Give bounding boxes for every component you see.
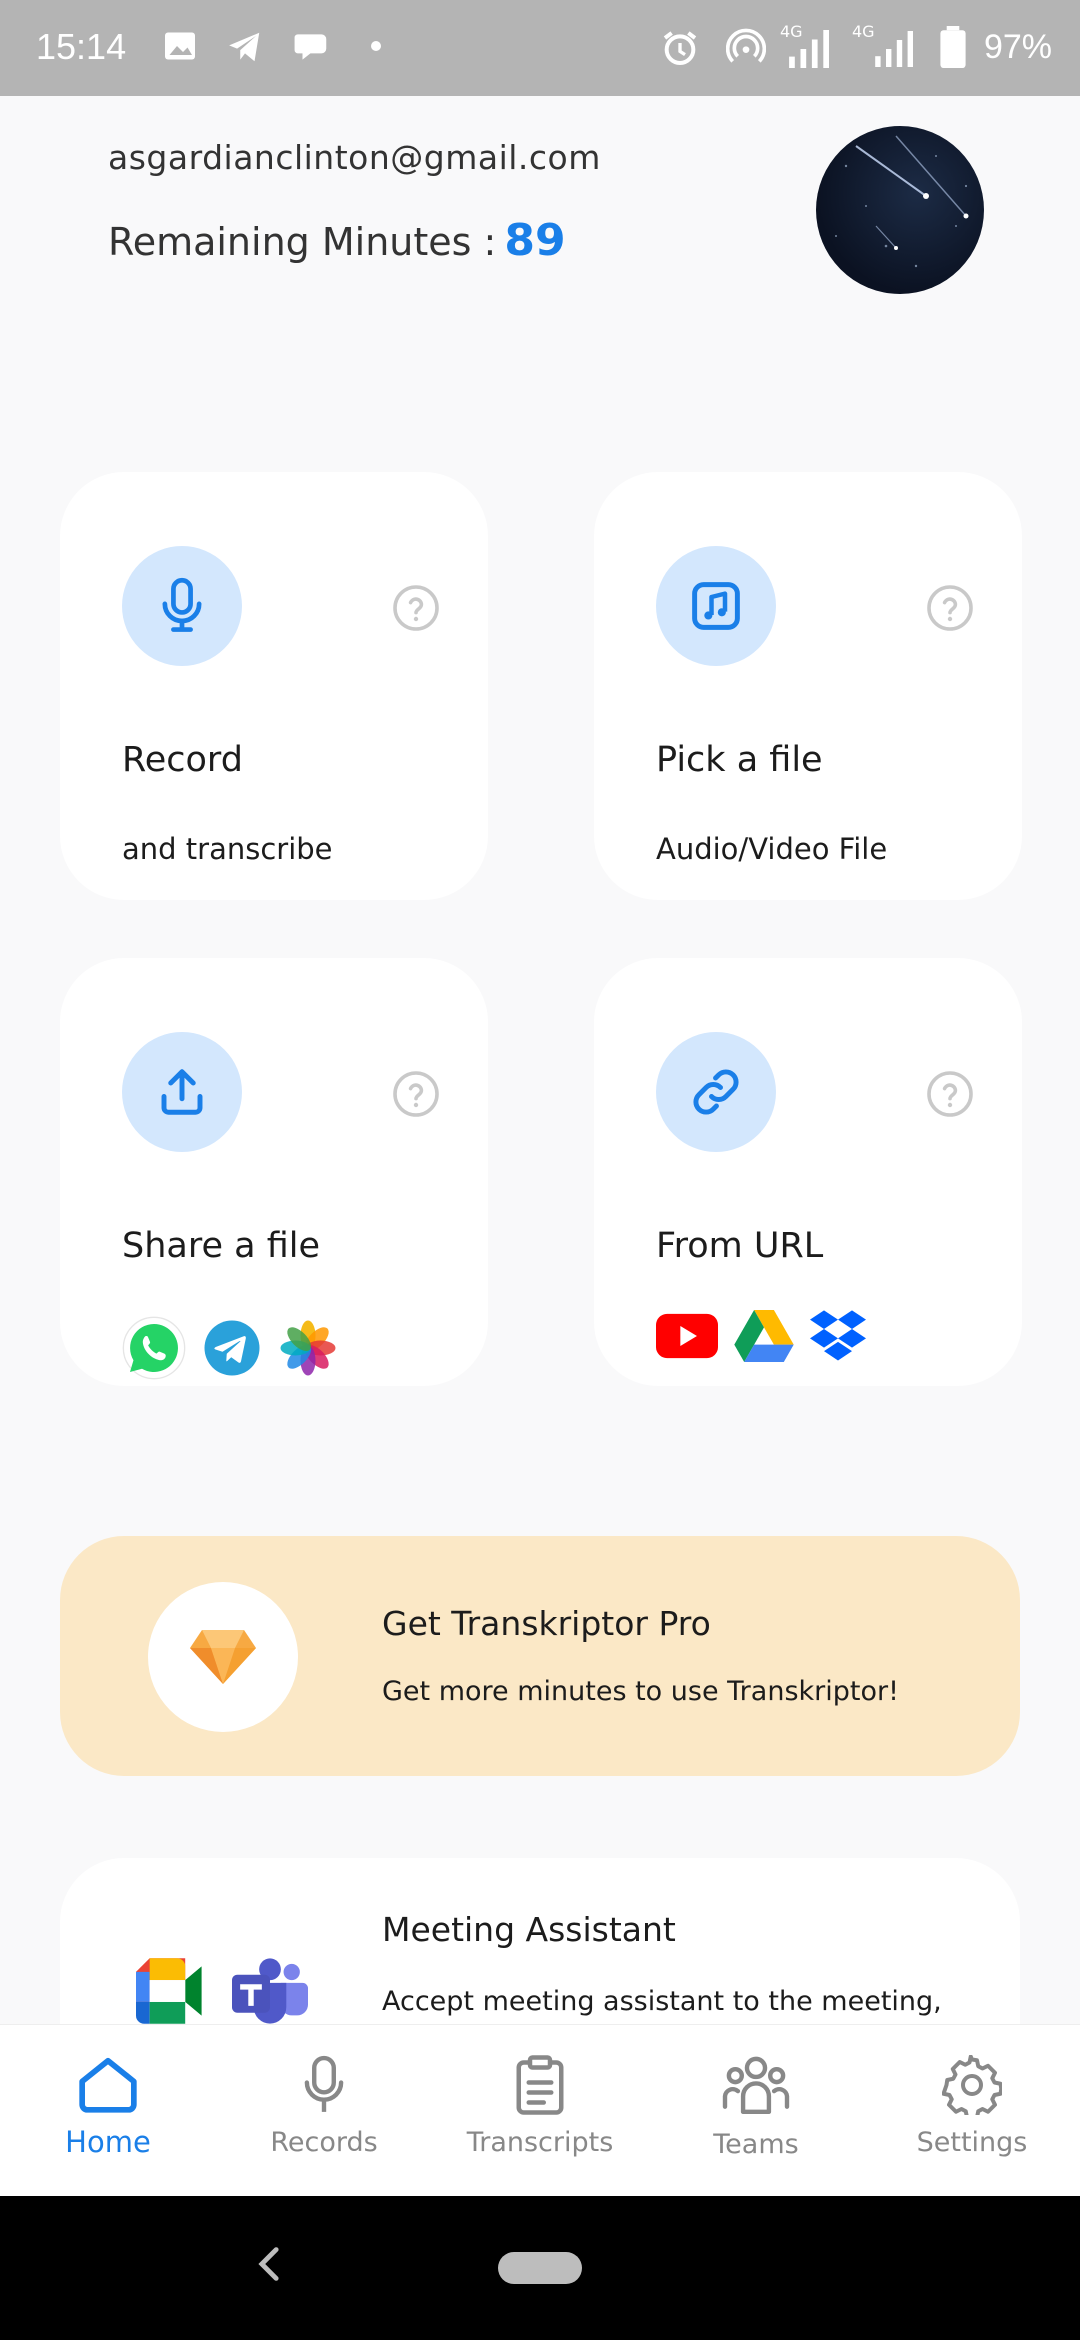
nav-records[interactable]: Records (216, 2025, 432, 2196)
nav-teams-label: Teams (713, 2129, 799, 2160)
nav-home[interactable]: Home (0, 2025, 216, 2196)
remaining-minutes-label: Remaining Minutes : (108, 220, 497, 264)
google-meet-icon (136, 1958, 202, 2024)
gear-icon (942, 2055, 1002, 2115)
diamond-icon-circle (148, 1582, 298, 1732)
link-icon (693, 1069, 739, 1115)
microsoft-teams-icon (232, 1958, 308, 2024)
meeting-assistant-title: Meeting Assistant (382, 1910, 676, 1949)
battery-level: 97% (983, 28, 1052, 66)
meeting-apps (136, 1958, 308, 2024)
from-url-card[interactable]: From URL (594, 958, 1022, 1386)
battery-icon (940, 26, 966, 68)
pick-file-card[interactable]: Pick a file Audio/Video File (594, 472, 1022, 900)
home-icon (79, 2057, 137, 2113)
get-pro-subtitle: Get more minutes to use Transkriptor! (382, 1676, 899, 1707)
google-drive-icon[interactable] (734, 1310, 794, 1362)
share-file-card[interactable]: Share a file (60, 958, 488, 1386)
back-icon[interactable] (254, 2240, 284, 2288)
nav-records-label: Records (270, 2127, 378, 2158)
hotspot-icon (726, 28, 766, 63)
record-subtitle: and transcribe (122, 832, 333, 866)
youtube-icon[interactable] (656, 1313, 718, 1359)
record-card[interactable]: Record and transcribe (60, 472, 488, 900)
help-icon[interactable] (392, 584, 440, 632)
get-pro-title: Get Transkriptor Pro (382, 1604, 711, 1643)
microphone-icon (304, 2055, 344, 2112)
signal-icon (789, 30, 829, 68)
microphone-icon (162, 577, 202, 632)
nav-settings[interactable]: Settings (864, 2025, 1080, 2196)
pick-file-title: Pick a file (656, 740, 823, 780)
team-icon (722, 2056, 790, 2115)
upload-icon (161, 1069, 203, 1115)
record-icon-circle (122, 546, 242, 666)
status-bar: 15:14 4G 4G 97% (0, 0, 1080, 96)
help-icon[interactable] (392, 1070, 440, 1118)
record-title: Record (122, 740, 243, 780)
diamond-icon (190, 1630, 256, 1684)
meeting-assistant-subtitle: Accept meeting assistant to the meeting, (382, 1986, 942, 2017)
avatar[interactable] (816, 126, 984, 294)
get-pro-banner[interactable]: Get Transkriptor Pro Get more minutes to… (60, 1536, 1020, 1776)
telegram-icon[interactable] (202, 1318, 262, 1378)
signal-icon (875, 31, 913, 67)
share-file-title: Share a file (122, 1226, 321, 1266)
share-apps (122, 1316, 338, 1380)
dot-icon (371, 41, 381, 51)
whatsapp-icon[interactable] (122, 1316, 186, 1380)
home-gesture-pill[interactable] (498, 2252, 582, 2284)
status-time: 15:14 (36, 26, 127, 67)
photos-icon[interactable] (278, 1318, 338, 1378)
telegram-icon (229, 32, 260, 62)
clipboard-icon (516, 2055, 564, 2115)
avatar-image (835, 135, 969, 268)
nav-home-label: Home (65, 2125, 151, 2159)
system-navigation-bar (0, 2196, 1080, 2340)
alarm-icon (663, 31, 697, 65)
chat-bubble-icon (294, 34, 327, 60)
user-email: asgardianclinton@gmail.com (108, 138, 601, 177)
dropbox-icon[interactable] (810, 1310, 866, 1362)
pick-file-icon-circle (656, 546, 776, 666)
bottom-navigation: Home Records Transcripts Teams Settings (0, 2024, 1080, 2196)
help-icon[interactable] (926, 1070, 974, 1118)
nav-transcripts-label: Transcripts (466, 2127, 614, 2158)
remaining-minutes-value: 89 (504, 215, 566, 266)
music-file-icon (692, 582, 740, 630)
from-url-icon-circle (656, 1032, 776, 1152)
help-icon[interactable] (926, 584, 974, 632)
nav-settings-label: Settings (916, 2127, 1028, 2158)
share-file-icon-circle (122, 1032, 242, 1152)
gallery-icon (165, 32, 195, 60)
url-apps (656, 1310, 866, 1362)
pick-file-subtitle: Audio/Video File (656, 832, 888, 866)
remaining-minutes: Remaining Minutes :89 (108, 215, 566, 266)
from-url-title: From URL (656, 1226, 824, 1266)
nav-transcripts[interactable]: Transcripts (432, 2025, 648, 2196)
nav-teams[interactable]: Teams (648, 2025, 864, 2196)
